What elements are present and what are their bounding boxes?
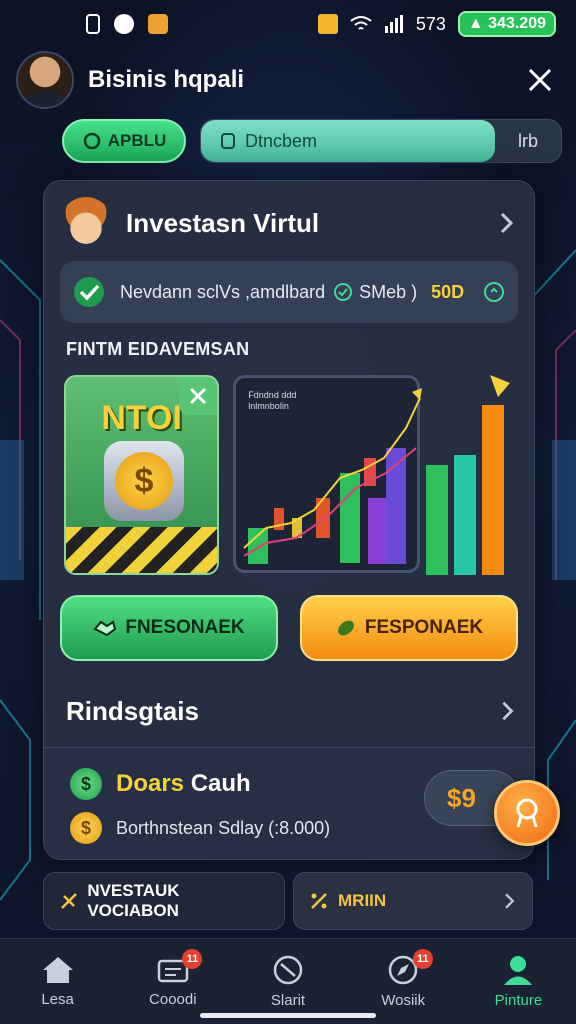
mascot-avatar — [60, 197, 112, 249]
info-row[interactable]: Nevdann sclVs ,amdlbard SMeb ) 50D — [60, 261, 518, 323]
nav-label-search: Slarit — [270, 992, 306, 1009]
check-circle-icon — [334, 283, 353, 301]
app-icon — [317, 14, 338, 34]
card-title: Investasn Virtul — [126, 207, 320, 238]
balance-cash-gold: Doars — [116, 770, 185, 797]
card-header[interactable]: Investasn Virtul — [60, 195, 518, 251]
details-header[interactable]: Rindsgtais — [66, 691, 518, 731]
shield-icon — [221, 133, 235, 149]
candles — [248, 448, 407, 564]
coin-safe-icon: $ — [104, 441, 184, 521]
nav-label-register: Cooodi — [149, 991, 197, 1008]
candlestick-chart — [243, 388, 423, 564]
close-icon — [190, 387, 207, 405]
main-link-button[interactable]: MRIIN — [293, 872, 533, 930]
avatar[interactable] — [16, 51, 74, 109]
refresh-icon[interactable] — [482, 280, 506, 304]
green-action-button[interactable]: FNESONAEK — [60, 595, 278, 661]
balance-cash-label: Cauh — [190, 770, 251, 797]
chevron-right-icon — [502, 701, 514, 721]
tag-icon — [61, 893, 77, 909]
details-title: Rindsgtais — [66, 695, 199, 726]
primary-pill-label: APBLU — [107, 131, 167, 150]
investment-card: Investasn Virtul Nevdann sclVs ,amdlbard… — [43, 180, 535, 860]
handshake-icon — [93, 620, 117, 637]
status-icons-left — [86, 14, 168, 34]
info-mid-label: SMeb ) — [359, 281, 418, 302]
filter-row: APBLU Dtncbem lrb — [62, 118, 562, 164]
nav-item-search[interactable]: Slarit — [230, 939, 345, 1024]
home-indicator — [200, 1013, 376, 1018]
percent-icon — [311, 893, 327, 909]
bottom-strip: NVESTAUK VOCIABON MRIIN — [43, 872, 533, 930]
segment-active-tab[interactable]: Dtncbem — [201, 120, 495, 162]
savings-tile[interactable]: NTOI $ vlodb — [64, 375, 220, 575]
balance-panel: $ Doars Cauh $ Borthnstean Sdlay (:8.000… — [44, 747, 534, 859]
action-buttons: FNESONAEK FESPONAEK — [60, 595, 518, 661]
info-mid: SMeb ) — [333, 282, 417, 303]
invest-vocation-label: NVESTAUK VOCIABON — [87, 881, 180, 920]
status-time: 573 — [415, 13, 446, 34]
home-icon — [42, 957, 73, 983]
info-value: 50D — [431, 281, 465, 302]
notification-icon — [148, 14, 168, 34]
dollar-coin-icon: $ — [70, 768, 102, 800]
chevron-right-icon — [500, 212, 514, 234]
segment-inactive-label: lrb — [517, 130, 538, 151]
balance-salary-label: Borthnstean Sdlay (:8.000) — [116, 817, 331, 838]
check-icon — [74, 277, 104, 307]
main-link-label: MRIIN — [338, 891, 387, 910]
header: Bisinis hqpali — [16, 50, 560, 110]
gold-coin-icon: $ — [70, 812, 102, 844]
balance-line-cash: $ Doars Cauh — [70, 768, 251, 800]
wifi-icon — [350, 16, 372, 30]
green-action-label: FNESONAEK — [125, 617, 245, 638]
orange-action-label: FESPONAEK — [364, 617, 484, 638]
status-bar: 573 ▲ 343.209 — [0, 0, 576, 48]
status-icons-right: 573 ▲ 343.209 — [317, 11, 556, 37]
nav-badge: 11 — [182, 949, 203, 969]
search-icon — [273, 955, 303, 985]
orange-action-button[interactable]: FESPONAEK — [300, 595, 518, 661]
tile-close-button[interactable] — [179, 377, 218, 415]
feature-tiles: NTOI $ vlodb Fdndnd ddd lnlmnbolin — [64, 375, 516, 577]
award-fab-button[interactable] — [494, 780, 560, 846]
phone-icon — [86, 14, 100, 34]
battery-value: 343.209 — [488, 15, 546, 32]
nav-label-compass: Wosiik — [381, 992, 426, 1009]
segment-control: Dtncbem lrb — [200, 119, 562, 163]
link-icon — [83, 132, 100, 150]
leaf-icon — [337, 620, 354, 636]
nav-item-compass[interactable]: 11 Wosiik — [346, 939, 461, 1024]
chart-tile[interactable]: Fdndnd ddd lnlmnbolin — [233, 375, 423, 573]
badge-icon — [516, 798, 538, 828]
profile-icon — [504, 956, 533, 985]
nav-item-register[interactable]: 11 Cooodi — [115, 939, 230, 1024]
info-text: Nevdann sclVs ,amdlbard — [120, 281, 326, 302]
primary-pill-button[interactable]: APBLU — [62, 119, 186, 163]
close-icon — [528, 68, 552, 92]
segment-active-label: Dtncbem — [245, 130, 318, 151]
nav-label-profile: Pinture — [494, 992, 543, 1009]
nav-item-home[interactable]: Lesa — [0, 939, 115, 1024]
battery-badge: ▲ 343.209 — [457, 11, 556, 37]
page-title: Bisinis hqpali — [88, 66, 245, 93]
candle — [248, 528, 269, 564]
nav-badge: 11 — [412, 949, 433, 969]
balance-line-salary: $ Borthnstean Sdlay (:8.000) — [70, 812, 330, 844]
growth-bars-graphic — [426, 375, 511, 575]
nav-item-profile[interactable]: Pinture — [461, 939, 576, 1024]
signal-icon — [384, 15, 403, 33]
price-value: $9 — [447, 782, 476, 813]
hazard-stripes — [66, 527, 218, 573]
nav-label-home: Lesa — [41, 991, 74, 1008]
segment-inactive-tab[interactable]: lrb — [495, 120, 561, 162]
chevron-right-icon — [505, 893, 515, 909]
close-button[interactable] — [520, 60, 560, 100]
settings-icon — [114, 14, 134, 34]
bottom-nav: Lesa 11 Cooodi Slarit 11 Wosiik Pinture — [0, 938, 576, 1024]
arrow-head — [412, 388, 423, 400]
invest-vocation-button[interactable]: NVESTAUK VOCIABON — [43, 872, 285, 930]
section-label: FINTM EIDAVEMSAN — [66, 339, 250, 359]
